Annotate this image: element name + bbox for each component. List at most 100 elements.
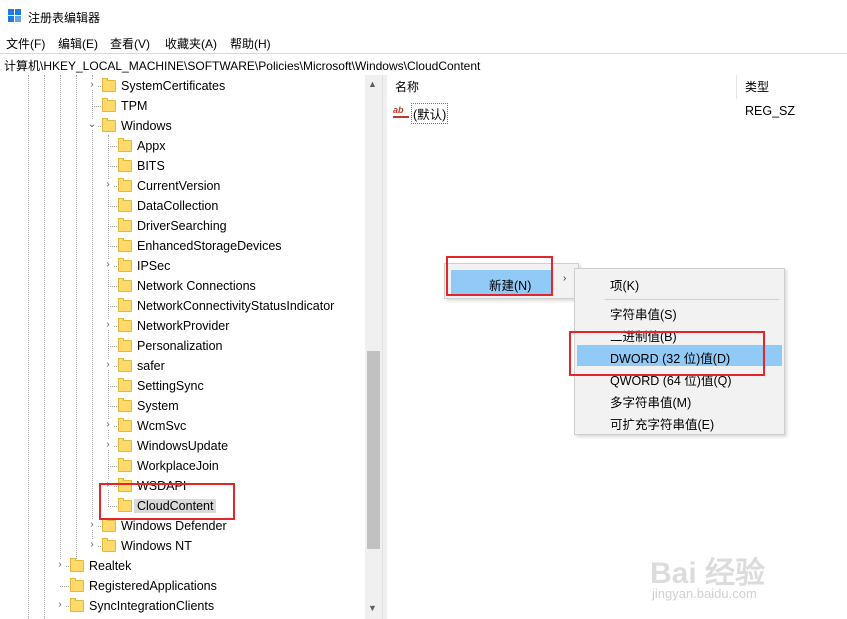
tree-node[interactable]: › IPSec bbox=[0, 256, 365, 276]
menu-help[interactable]: 帮助(H) bbox=[230, 35, 271, 52]
scroll-up-arrow-icon[interactable]: ▲ bbox=[368, 79, 377, 89]
annotation-box-cloudcontent bbox=[99, 483, 235, 520]
tree-node-label: NetworkProvider bbox=[137, 319, 230, 333]
address-path[interactable]: 计算机\HKEY_LOCAL_MACHINE\SOFTWARE\Policies… bbox=[4, 57, 480, 74]
expand-chevron-right-icon[interactable]: › bbox=[87, 80, 97, 90]
folder-icon bbox=[70, 558, 84, 572]
tree-node-label: WcmSvc bbox=[137, 419, 187, 433]
tree-node-label: SettingSync bbox=[137, 379, 204, 393]
folder-icon bbox=[118, 298, 132, 312]
expand-chevron-right-icon[interactable]: › bbox=[103, 260, 113, 270]
tree-node[interactable]: › CurrentVersion bbox=[0, 176, 365, 196]
menu-edit[interactable]: 编辑(E) bbox=[58, 35, 98, 52]
tree-node[interactable]: Appx bbox=[0, 136, 365, 156]
folder-icon bbox=[70, 578, 84, 592]
tree-scrollbar[interactable]: ▲ ▼ bbox=[365, 75, 382, 619]
expand-chevron-right-icon[interactable]: › bbox=[87, 540, 97, 550]
tree-node[interactable]: WorkplaceJoin bbox=[0, 456, 365, 476]
tree-node[interactable]: System bbox=[0, 396, 365, 416]
column-header-type[interactable]: 类型 bbox=[737, 75, 847, 99]
submenu-item-multistring-label: 多字符串值(M) bbox=[610, 396, 692, 410]
tree-node[interactable]: BITS bbox=[0, 156, 365, 176]
tree-node-label: EnhancedStorageDevices bbox=[137, 239, 282, 253]
submenu-item-multistring[interactable]: 多字符串值(M) bbox=[577, 389, 782, 410]
regedit-app-icon bbox=[8, 9, 22, 23]
expand-chevron-right-icon[interactable]: › bbox=[103, 420, 113, 430]
tree-node[interactable]: › safer bbox=[0, 356, 365, 376]
folder-icon bbox=[102, 78, 116, 92]
tree-node-label: Windows bbox=[121, 119, 172, 133]
scroll-thumb[interactable] bbox=[367, 351, 380, 549]
address-bar[interactable]: 计算机\HKEY_LOCAL_MACHINE\SOFTWARE\Policies… bbox=[0, 53, 847, 76]
tree-node[interactable]: DriverSearching bbox=[0, 216, 365, 236]
tree-node-label: BITS bbox=[137, 159, 165, 173]
tree-node[interactable]: › Realtek bbox=[0, 556, 365, 576]
tree-node[interactable]: SettingSync bbox=[0, 376, 365, 396]
expand-chevron-right-icon[interactable]: › bbox=[103, 360, 113, 370]
tree-node[interactable]: › SystemCertificates bbox=[0, 76, 365, 96]
watermark-url: jingyan.baidu.com bbox=[652, 586, 757, 601]
menu-view[interactable]: 查看(V) bbox=[110, 35, 150, 52]
menu-file[interactable]: 文件(F) bbox=[6, 35, 45, 52]
expand-chevron-right-icon[interactable]: › bbox=[103, 320, 113, 330]
submenu-item-key-label: 项(K) bbox=[610, 279, 640, 293]
window-title: 注册表编辑器 bbox=[28, 11, 101, 25]
expand-chevron-down-icon[interactable]: ⌄ bbox=[87, 120, 97, 130]
submenu-item-string[interactable]: 字符串值(S) bbox=[577, 301, 782, 322]
folder-icon bbox=[102, 518, 116, 532]
folder-icon bbox=[102, 118, 116, 132]
tree-node-label: SystemCertificates bbox=[121, 79, 226, 93]
folder-icon bbox=[118, 418, 132, 432]
expand-chevron-right-icon[interactable]: › bbox=[87, 520, 97, 530]
folder-icon bbox=[118, 398, 132, 412]
column-header-name[interactable]: 名称 bbox=[387, 75, 736, 99]
tree-node[interactable]: NetworkConnectivityStatusIndicator bbox=[0, 296, 365, 316]
tree-node-label: DriverSearching bbox=[137, 219, 227, 233]
folder-icon bbox=[118, 218, 132, 232]
tree-node-label: CurrentVersion bbox=[137, 179, 221, 193]
menu-bar: 文件(F) 编辑(E) 查看(V) 收藏夹(A) 帮助(H) bbox=[0, 32, 847, 52]
tree-node-label: IPSec bbox=[137, 259, 171, 273]
folder-icon bbox=[118, 458, 132, 472]
folder-icon bbox=[118, 438, 132, 452]
expand-chevron-right-icon[interactable]: › bbox=[55, 600, 65, 610]
submenu-item-key[interactable]: 项(K) bbox=[577, 272, 782, 293]
registry-tree[interactable]: › SystemCertificates TPM ⌄ Windows Appx BITS › C… bbox=[0, 75, 382, 619]
folder-icon bbox=[118, 238, 132, 252]
menu-favorites[interactable]: 收藏夹(A) bbox=[165, 35, 217, 52]
tree-node-label: NetworkConnectivityStatusIndicator bbox=[137, 299, 335, 313]
tree-node[interactable]: › WcmSvc bbox=[0, 416, 365, 436]
submenu-item-string-label: 字符串值(S) bbox=[610, 308, 677, 322]
menu-separator bbox=[605, 299, 779, 300]
value-name[interactable]: (默认) bbox=[411, 103, 449, 124]
annotation-box-dword bbox=[569, 331, 765, 376]
folder-icon bbox=[102, 538, 116, 552]
tree-node-label: Windows Defender bbox=[121, 519, 227, 533]
scroll-down-arrow-icon[interactable]: ▼ bbox=[368, 603, 377, 613]
tree-node[interactable]: RegisteredApplications bbox=[0, 576, 365, 596]
expand-chevron-right-icon[interactable]: › bbox=[55, 560, 65, 570]
tree-node-label: DataCollection bbox=[137, 199, 219, 213]
tree-node[interactable]: ⌄ Windows bbox=[0, 116, 365, 136]
tree-node[interactable]: › Windows NT bbox=[0, 536, 365, 556]
tree-node-label: WindowsUpdate bbox=[137, 439, 229, 453]
tree-node[interactable]: DataCollection bbox=[0, 196, 365, 216]
tree-node[interactable]: EnhancedStorageDevices bbox=[0, 236, 365, 256]
folder-icon bbox=[118, 198, 132, 212]
tree-node-label: Realtek bbox=[89, 559, 132, 573]
tree-node-label: Network Connections bbox=[137, 279, 256, 293]
folder-icon bbox=[118, 318, 132, 332]
tree-node[interactable]: Network Connections bbox=[0, 276, 365, 296]
tree-node-label: safer bbox=[137, 359, 165, 373]
tree-node-label: Appx bbox=[137, 139, 166, 153]
tree-node-label: SyncIntegrationClients bbox=[89, 599, 215, 613]
expand-chevron-right-icon[interactable]: › bbox=[103, 180, 113, 190]
tree-node[interactable]: Personalization bbox=[0, 336, 365, 356]
submenu-item-expandstring[interactable]: 可扩充字符串值(E) bbox=[577, 411, 782, 432]
folder-icon bbox=[118, 338, 132, 352]
expand-chevron-right-icon[interactable]: › bbox=[103, 440, 113, 450]
tree-node[interactable]: › SyncIntegrationClients bbox=[0, 596, 365, 616]
tree-node[interactable]: › NetworkProvider bbox=[0, 316, 365, 336]
tree-node[interactable]: › WindowsUpdate bbox=[0, 436, 365, 456]
tree-node[interactable]: TPM bbox=[0, 96, 365, 116]
